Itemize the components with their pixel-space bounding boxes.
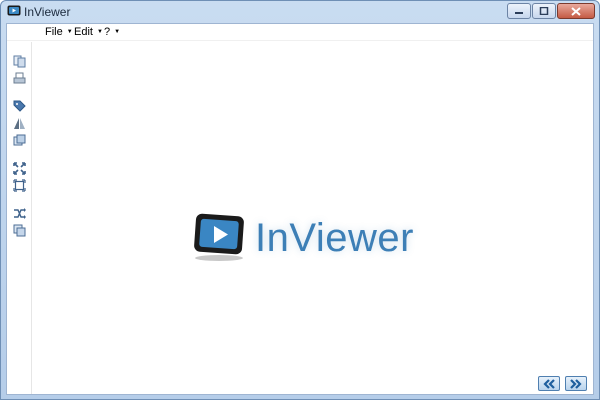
- actual-size-icon[interactable]: [13, 179, 26, 192]
- print-icon[interactable]: [13, 72, 26, 85]
- app-logo-icon: [7, 5, 21, 16]
- menu-bar: File ▼ Edit ▼ ? ▼: [7, 24, 593, 41]
- layers-icon[interactable]: [13, 134, 26, 147]
- side-toolbar: [7, 42, 32, 394]
- double-chevron-right-icon: [570, 378, 582, 389]
- maximize-button[interactable]: [532, 3, 556, 19]
- menu-file[interactable]: File ▼: [45, 26, 73, 38]
- menu-file-label: File: [45, 26, 63, 38]
- window-title: InViewer: [24, 5, 71, 19]
- minimize-button[interactable]: [507, 3, 531, 19]
- duplicate-icon[interactable]: [13, 224, 26, 237]
- tag-icon[interactable]: [13, 100, 26, 113]
- next-button[interactable]: [565, 376, 587, 391]
- minimize-icon: [515, 12, 523, 14]
- shuffle-icon[interactable]: [13, 207, 26, 220]
- app-window: InViewer File ▼ Edit ▼ ? ▼ InViewer: [0, 0, 600, 400]
- logo-wordmark: InViewer: [255, 216, 414, 260]
- close-icon: [571, 6, 581, 16]
- double-chevron-left-icon: [543, 378, 555, 389]
- close-button[interactable]: [557, 3, 595, 19]
- previous-button[interactable]: [538, 376, 560, 391]
- chevron-down-icon: ▼: [66, 29, 73, 35]
- menu-help-label: ?: [104, 26, 111, 38]
- viewer-canvas[interactable]: InViewer: [33, 42, 593, 394]
- client-area: File ▼ Edit ▼ ? ▼ InViewer: [6, 23, 594, 395]
- title-bar[interactable]: InViewer: [1, 1, 599, 23]
- play-screen-icon: [194, 213, 244, 261]
- caption-buttons: [506, 3, 595, 20]
- fit-to-window-icon[interactable]: [13, 162, 26, 175]
- copy-pages-icon[interactable]: [13, 55, 26, 68]
- menu-edit-label: Edit: [74, 26, 93, 38]
- menu-edit[interactable]: Edit ▼: [74, 26, 103, 38]
- chevron-down-icon: ▼: [96, 29, 103, 35]
- splash-logo: InViewer: [193, 212, 443, 266]
- maximize-icon: [539, 7, 549, 15]
- flip-icon[interactable]: [13, 117, 26, 130]
- chevron-down-icon: ▼: [114, 29, 121, 35]
- menu-help[interactable]: ? ▼: [104, 26, 120, 38]
